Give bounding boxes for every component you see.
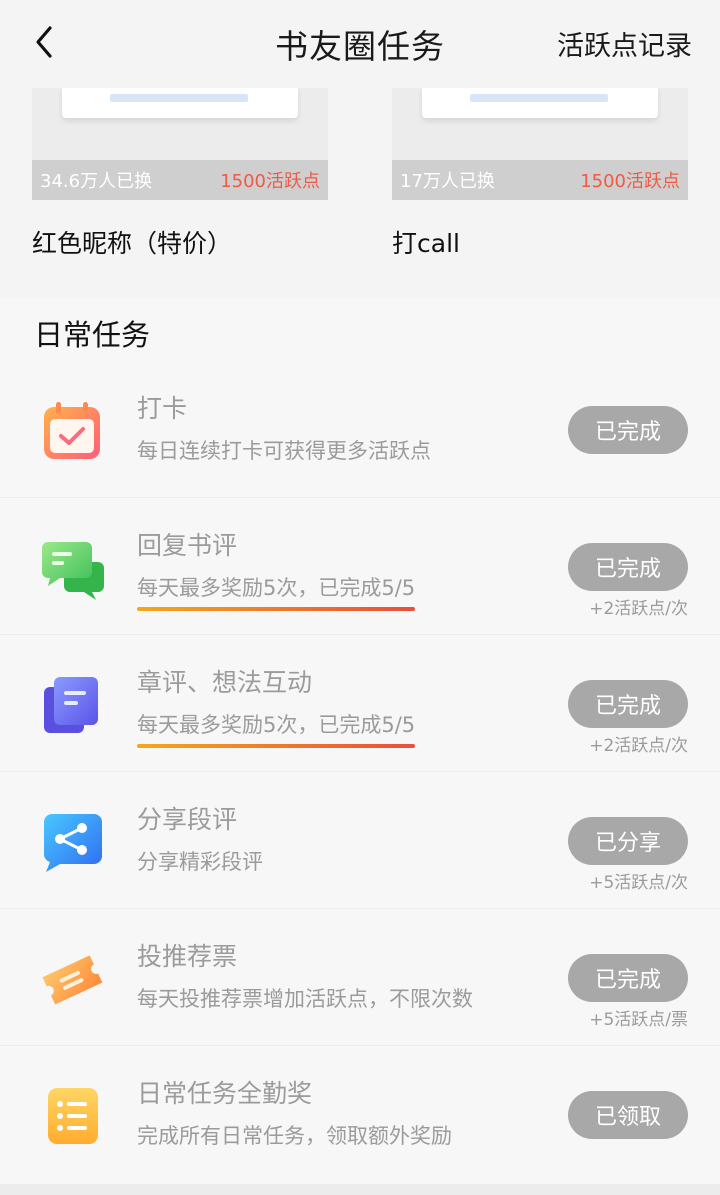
reward-thumbnail: 34.6万人已换 1500活跃点 [32,88,328,200]
task-row-chapter-review: 章评、想法互动 每天最多奖励5次，已完成5/5 已完成 +2活跃点/次 [0,635,720,772]
task-status-button[interactable]: 已完成 [568,543,688,591]
task-status-button[interactable]: 已完成 [568,680,688,728]
task-desc: 完成所有日常任务，领取额外奖励 [137,1124,452,1148]
reward-preview-card [62,88,298,118]
top-bar: 书友圈任务 活跃点记录 [0,0,720,88]
task-status-button[interactable]: 已完成 [568,406,688,454]
task-name: 章评、想法互动 [137,668,313,697]
task-desc: 分享精彩段评 [137,850,263,874]
task-name: 日常任务全勤奖 [137,1079,313,1108]
reward-exchange-count: 17万人已换 [400,171,495,192]
task-row-full-attendance: 日常任务全勤奖 完成所有日常任务，领取额外奖励 已领取 [0,1046,720,1183]
task-desc: 每天投推荐票增加活跃点，不限次数 [137,987,473,1011]
reward-meta-bar: 34.6万人已换 1500活跃点 [32,160,328,200]
task-status-button[interactable]: 已完成 [568,954,688,1002]
reward-name: 红色昵称（特价） [32,229,233,258]
list-icon [48,1088,98,1144]
task-desc: 每日连续打卡可获得更多活跃点 [137,439,431,463]
task-desc: 每天最多奖励5次，已完成5/5 [137,709,416,748]
ticket-icon [42,955,103,1005]
calendar-check-icon [44,402,100,459]
reward-exchange-count: 34.6万人已换 [40,171,153,192]
task-status-button[interactable]: 已领取 [568,1091,688,1139]
task-reward-note: +2活跃点/次 [589,736,688,756]
task-row-recommend-ticket: 投推荐票 每天投推荐票增加活跃点，不限次数 已完成 +5活跃点/票 [0,909,720,1046]
reward-exchange-list: 34.6万人已换 1500活跃点 红色昵称（特价） 17万人已换 1500活跃点… [0,88,720,282]
task-name: 回复书评 [137,531,238,560]
daily-tasks-section: 日常任务 打卡 每日连续打卡可获得更多活跃点 已完成 回复书评 每天最多奖励5次… [0,298,720,1184]
task-name: 打卡 [137,394,188,423]
section-title: 日常任务 [34,318,151,352]
bottom-divider [0,1184,720,1195]
task-row-reply-review: 回复书评 每天最多奖励5次，已完成5/5 已完成 +2活跃点/次 [0,498,720,635]
task-reward-note: +5活跃点/票 [589,1010,688,1030]
task-row-share: 分享段评 分享精彩段评 已分享 +5活跃点/次 [0,772,720,909]
task-name: 投推荐票 [137,942,238,971]
task-reward-note: +2活跃点/次 [589,599,688,619]
reward-price: 1500活跃点 [220,171,320,192]
reward-name: 打call [392,229,460,258]
task-page: 书友圈任务 活跃点记录 34.6万人已换 1500活跃点 红色昵称（特价） 17… [0,0,720,1195]
task-status-button[interactable]: 已分享 [568,817,688,865]
activity-record-link[interactable]: 活跃点记录 [557,24,692,63]
task-name: 分享段评 [137,805,238,834]
reward-card[interactable]: 34.6万人已换 1500活跃点 红色昵称（特价） [32,88,328,282]
reward-thumbnail: 17万人已换 1500活跃点 [392,88,688,200]
task-reward-note: +5活跃点/次 [589,873,688,893]
reward-price: 1500活跃点 [580,171,680,192]
note-cards-icon [44,677,98,733]
reward-card[interactable]: 17万人已换 1500活跃点 打call [392,88,688,282]
chat-bubble-icon [42,542,104,600]
task-row-checkin: 打卡 每日连续打卡可获得更多活跃点 已完成 [0,361,720,498]
reward-meta-bar: 17万人已换 1500活跃点 [392,160,688,200]
share-icon [43,814,102,872]
reward-preview-card [422,88,658,118]
task-desc: 每天最多奖励5次，已完成5/5 [137,572,416,611]
